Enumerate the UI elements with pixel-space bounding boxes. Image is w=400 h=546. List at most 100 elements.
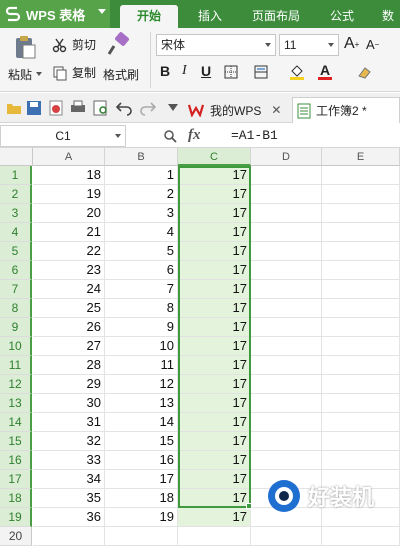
column-header-c[interactable]: C xyxy=(178,148,251,166)
cell-c16[interactable]: 17 xyxy=(178,451,251,470)
cell-a20[interactable] xyxy=(33,527,105,546)
cell-e6[interactable] xyxy=(322,261,400,280)
row-header[interactable]: 15 xyxy=(0,432,32,451)
row-header[interactable]: 4 xyxy=(0,223,32,242)
cell-a12[interactable]: 29 xyxy=(33,375,105,394)
save-icon[interactable] xyxy=(26,100,42,116)
cell-e9[interactable] xyxy=(322,318,400,337)
cell-d7[interactable] xyxy=(251,280,322,299)
cell-d15[interactable] xyxy=(251,432,322,451)
spreadsheet-grid[interactable]: A B C D E 1 18 1 17 2 19 2 17 3 20 3 17 4 21 4 17 5 22 5 17… xyxy=(0,148,400,546)
cell-e7[interactable] xyxy=(322,280,400,299)
row-header[interactable]: 19 xyxy=(0,508,32,527)
cell-d13[interactable] xyxy=(251,394,322,413)
cell-b14[interactable]: 14 xyxy=(105,413,178,432)
paste-label[interactable]: 粘贴 xyxy=(8,66,32,83)
row-header[interactable]: 7 xyxy=(0,280,32,299)
tab-formulas[interactable]: 公式 xyxy=(318,5,366,28)
zoom-icon[interactable] xyxy=(163,129,177,143)
font-size-select[interactable]: 11 xyxy=(279,34,339,56)
cell-b15[interactable]: 15 xyxy=(105,432,178,451)
export-pdf-icon[interactable] xyxy=(48,100,64,116)
cell-b4[interactable]: 4 xyxy=(105,223,178,242)
cell-e5[interactable] xyxy=(322,242,400,261)
cell-a6[interactable]: 23 xyxy=(33,261,105,280)
cell-e16[interactable] xyxy=(322,451,400,470)
cell-c20[interactable] xyxy=(178,527,251,546)
cell-a18[interactable]: 35 xyxy=(33,489,105,508)
copy-button[interactable]: 复制 xyxy=(52,64,96,81)
cell-d2[interactable] xyxy=(251,185,322,204)
cell-d6[interactable] xyxy=(251,261,322,280)
column-header-a[interactable]: A xyxy=(33,148,105,166)
close-icon[interactable]: ✕ xyxy=(271,103,281,117)
tab-data[interactable]: 数 xyxy=(376,5,400,28)
select-all-corner[interactable] xyxy=(0,148,33,166)
italic-button[interactable]: I xyxy=(182,63,187,79)
row-header[interactable]: 1 xyxy=(0,166,32,185)
tab-insert[interactable]: 插入 xyxy=(186,5,234,28)
cell-b7[interactable]: 7 xyxy=(105,280,178,299)
row-header[interactable]: 16 xyxy=(0,451,32,470)
fill-handle[interactable] xyxy=(246,503,252,509)
fill-color-button[interactable] xyxy=(288,63,306,81)
clear-format-button[interactable] xyxy=(356,64,372,80)
cell-e2[interactable] xyxy=(322,185,400,204)
redo-icon[interactable] xyxy=(140,100,156,116)
cell-c17[interactable]: 17 xyxy=(178,470,251,489)
cell-b8[interactable]: 8 xyxy=(105,299,178,318)
cell-b12[interactable]: 12 xyxy=(105,375,178,394)
cell-b16[interactable]: 16 xyxy=(105,451,178,470)
row-header[interactable]: 14 xyxy=(0,413,32,432)
cell-d5[interactable] xyxy=(251,242,322,261)
cell-a3[interactable]: 20 xyxy=(33,204,105,223)
cell-d3[interactable] xyxy=(251,204,322,223)
tab-home[interactable]: 开始 xyxy=(120,5,178,28)
cell-b3[interactable]: 3 xyxy=(105,204,178,223)
cell-a2[interactable]: 19 xyxy=(33,185,105,204)
cell-b13[interactable]: 13 xyxy=(105,394,178,413)
font-color-button[interactable]: A xyxy=(318,63,332,80)
cut-button[interactable]: 剪切 xyxy=(52,36,96,53)
tab-page-layout[interactable]: 页面布局 xyxy=(244,5,308,28)
cell-c5[interactable]: 17 xyxy=(178,242,251,261)
row-header[interactable]: 18 xyxy=(0,489,32,508)
cell-e10[interactable] xyxy=(322,337,400,356)
cell-c14[interactable]: 17 xyxy=(178,413,251,432)
cell-e3[interactable] xyxy=(322,204,400,223)
doc-tab-workbook[interactable]: 工作簿2 * xyxy=(292,97,400,123)
doc-tab-mywps[interactable]: 我的WPS ✕ xyxy=(188,97,292,123)
cell-c10[interactable]: 17 xyxy=(178,337,251,356)
app-menu-button[interactable]: WPS 表格 xyxy=(0,0,110,28)
shrink-font-button[interactable]: A − xyxy=(366,37,379,52)
cell-d16[interactable] xyxy=(251,451,322,470)
cell-a19[interactable]: 36 xyxy=(33,508,105,527)
bold-button[interactable]: B xyxy=(160,63,170,79)
cell-b6[interactable]: 6 xyxy=(105,261,178,280)
cell-a15[interactable]: 32 xyxy=(33,432,105,451)
underline-button[interactable]: U xyxy=(201,63,211,79)
cell-d8[interactable] xyxy=(251,299,322,318)
cell-e8[interactable] xyxy=(322,299,400,318)
cell-b2[interactable]: 2 xyxy=(105,185,178,204)
cell-e20[interactable] xyxy=(322,527,400,546)
cell-c9[interactable]: 17 xyxy=(178,318,251,337)
cell-c6[interactable]: 17 xyxy=(178,261,251,280)
row-header[interactable]: 11 xyxy=(0,356,32,375)
cell-b1[interactable]: 1 xyxy=(105,166,178,185)
cell-c15[interactable]: 17 xyxy=(178,432,251,451)
print-preview-icon[interactable] xyxy=(93,100,109,116)
cell-c8[interactable]: 17 xyxy=(178,299,251,318)
cell-d20[interactable] xyxy=(251,527,322,546)
cell-b11[interactable]: 11 xyxy=(105,356,178,375)
cell-a10[interactable]: 27 xyxy=(33,337,105,356)
paste-button[interactable] xyxy=(12,34,38,60)
chevron-down-icon[interactable] xyxy=(36,72,42,76)
open-folder-icon[interactable] xyxy=(6,100,22,116)
cell-e15[interactable] xyxy=(322,432,400,451)
row-header[interactable]: 2 xyxy=(0,185,32,204)
row-header[interactable]: 17 xyxy=(0,470,32,489)
cell-b5[interactable]: 5 xyxy=(105,242,178,261)
cell-c7[interactable]: 17 xyxy=(178,280,251,299)
print-icon[interactable] xyxy=(70,100,86,116)
